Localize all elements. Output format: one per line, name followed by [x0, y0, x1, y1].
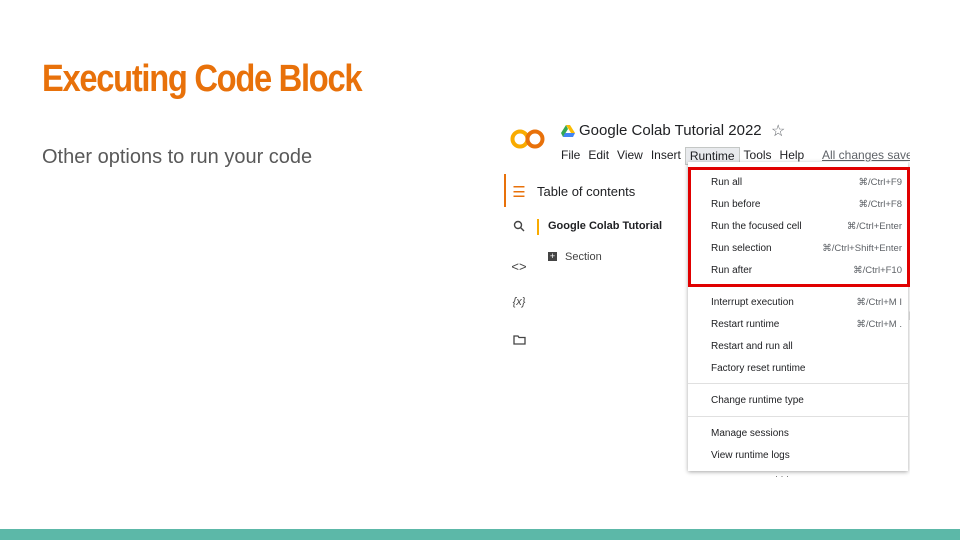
background-fragment: |: [909, 310, 910, 320]
background-fragment: · · ·: [775, 471, 789, 481]
menu-insert[interactable]: Insert: [647, 147, 685, 165]
menu-view[interactable]: View: [613, 147, 647, 165]
colab-screenshot: Google Colab Tutorial 2022 ☆ File Edit V…: [500, 113, 910, 483]
search-icon[interactable]: [508, 220, 530, 235]
toc-item-google-colab-tutorial[interactable]: Google Colab Tutorial: [548, 220, 662, 232]
menu-item-change-runtime-type[interactable]: Change runtime type: [711, 389, 902, 411]
menu-file[interactable]: File: [557, 147, 584, 165]
toc-item-section[interactable]: Section: [565, 251, 602, 263]
star-icon[interactable]: ☆: [771, 121, 785, 141]
colab-logo-icon: [510, 129, 545, 149]
menu-divider: [688, 416, 908, 417]
document-title[interactable]: Google Colab Tutorial 2022: [579, 122, 762, 139]
toc-title: Table of contents: [537, 184, 636, 199]
variables-icon[interactable]: {x}: [508, 296, 530, 308]
save-status-link[interactable]: All changes saved: [822, 148, 910, 162]
expand-icon[interactable]: +: [548, 252, 557, 261]
toc-icon[interactable]: ☰: [508, 183, 530, 201]
menu-item-restart-runtime[interactable]: Restart runtime ⌘/Ctrl+M .: [711, 313, 902, 335]
highlight-box: [688, 167, 910, 287]
drive-icon: [561, 125, 575, 137]
menu-item-view-runtime-logs[interactable]: View runtime logs: [711, 444, 902, 466]
menu-item-manage-sessions[interactable]: Manage sessions: [711, 422, 902, 444]
folder-icon[interactable]: [508, 333, 530, 348]
toc-item-marker: [537, 219, 539, 235]
menu-item-factory-reset-runtime[interactable]: Factory reset runtime: [711, 357, 902, 379]
menu-item-interrupt-execution[interactable]: Interrupt execution ⌘/Ctrl+M I: [711, 291, 902, 313]
runtime-dropdown-menu: Run all ⌘/Ctrl+F9 Run before ⌘/Ctrl+F8 Run…: [688, 162, 910, 471]
slide-title: Executing Code Block: [42, 58, 363, 100]
menu-divider: [688, 383, 908, 384]
bottom-accent-bar: [0, 529, 960, 540]
active-indicator: [504, 174, 506, 207]
menu-edit[interactable]: Edit: [584, 147, 613, 165]
slide-subtitle: Other options to run your code: [42, 146, 313, 168]
code-snippets-icon[interactable]: <>: [508, 259, 530, 274]
menu-item-restart-and-run-all[interactable]: Restart and run all: [711, 335, 902, 357]
